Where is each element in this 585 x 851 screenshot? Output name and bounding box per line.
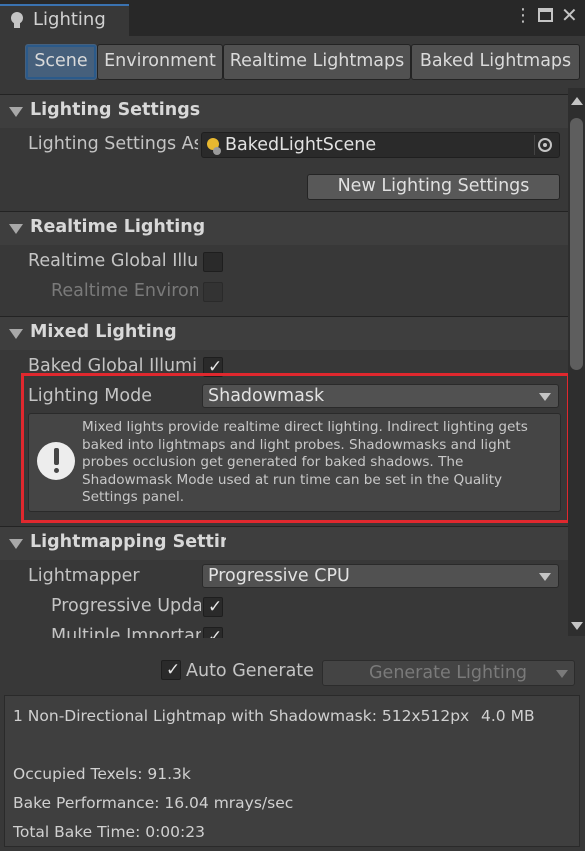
clipped-row: Multiple Importar ✓ bbox=[0, 624, 568, 638]
chevron-down-icon bbox=[539, 393, 551, 401]
warning-icon bbox=[37, 442, 75, 480]
auto-generate-label: Auto Generate bbox=[186, 661, 314, 681]
help-line: Settings panel. bbox=[82, 489, 185, 505]
checkmark-icon: ✓ bbox=[166, 660, 181, 680]
object-picker-button[interactable] bbox=[534, 135, 554, 155]
exclamation-bar bbox=[54, 448, 59, 465]
progressive-updates-label: Progressive Upda bbox=[51, 596, 201, 616]
section-title: Mixed Lighting bbox=[30, 322, 177, 342]
chevron-down-icon bbox=[556, 670, 568, 678]
multiple-importance-label: Multiple Importar bbox=[51, 626, 201, 638]
foldout-arrow-icon bbox=[9, 224, 23, 234]
tab-baked-lightmaps[interactable]: Baked Lightmaps bbox=[411, 44, 580, 80]
maximize-icon[interactable] bbox=[538, 8, 553, 22]
object-picker-dot bbox=[543, 143, 547, 147]
scrollbar-thumb[interactable] bbox=[570, 118, 583, 370]
chevron-down-icon bbox=[539, 573, 551, 581]
section-lighting-settings[interactable]: Lighting Settings bbox=[0, 94, 568, 128]
help-line: Mixed lights provide realtime direct lig… bbox=[82, 419, 528, 435]
foldout-arrow-icon bbox=[9, 329, 23, 339]
progressive-updates-checkbox[interactable]: ✓ bbox=[203, 597, 223, 617]
foldout-arrow-icon bbox=[9, 107, 23, 117]
section-title: Realtime Lighting bbox=[30, 217, 206, 237]
tab-scene[interactable]: Scene bbox=[25, 44, 97, 80]
help-box: Mixed lights provide realtime direct lig… bbox=[28, 413, 561, 512]
close-icon[interactable]: ✕ bbox=[561, 3, 578, 27]
lighting-settings-asset-label: Lighting Settings As bbox=[28, 134, 198, 154]
lighting-mode-dropdown[interactable]: Shadowmask bbox=[202, 384, 559, 408]
tab-environment[interactable]: Environment bbox=[97, 44, 223, 80]
lightmap-size: 4.0 MB bbox=[481, 707, 535, 725]
exclamation-dot bbox=[54, 468, 59, 473]
lightbulb-icon-base bbox=[14, 23, 20, 28]
checkmark-icon: ✓ bbox=[208, 597, 223, 617]
scroll-down-icon[interactable] bbox=[571, 622, 583, 630]
total-bake-time: Total Bake Time: 0:00:23 bbox=[13, 823, 205, 841]
section-title: Lighting Settings bbox=[30, 100, 201, 120]
occupied-texels: Occupied Texels: 91.3k bbox=[13, 765, 191, 783]
new-lighting-settings-button[interactable]: New Lighting Settings bbox=[307, 174, 560, 200]
section-mixed-lighting[interactable]: Mixed Lighting bbox=[0, 316, 568, 350]
lightmapper-dropdown[interactable]: Progressive CPU bbox=[202, 564, 559, 588]
generate-lighting-button[interactable]: Generate Lighting bbox=[322, 660, 575, 686]
scroll-up-icon[interactable] bbox=[571, 97, 583, 105]
tab-realtime-lightmaps[interactable]: Realtime Lightmaps bbox=[223, 44, 411, 80]
window-title: Lighting bbox=[33, 9, 106, 30]
realtime-environment-label: Realtime Environ bbox=[51, 281, 198, 301]
generate-lighting-label: Generate Lighting bbox=[369, 663, 528, 683]
realtime-gi-checkbox[interactable] bbox=[203, 252, 223, 272]
multiple-importance-checkbox[interactable]: ✓ bbox=[203, 627, 223, 638]
dropdown-value: Shadowmask bbox=[208, 386, 325, 406]
help-line: Shadowmask Mode used at run time can be … bbox=[82, 471, 503, 488]
window-tab-lighting[interactable]: Lighting bbox=[0, 4, 129, 36]
lighting-settings-asset-field[interactable]: BakedLightScene bbox=[201, 132, 560, 158]
more-options-icon[interactable]: ⋮ bbox=[514, 5, 532, 26]
lightmap-info: 1 Non-Directional Lightmap with Shadowma… bbox=[13, 707, 470, 725]
bake-info-panel: 1 Non-Directional Lightmap with Shadowma… bbox=[4, 695, 580, 847]
section-title: Lightmapping Setting bbox=[30, 532, 226, 552]
lightmapper-label: Lightmapper bbox=[28, 566, 140, 586]
bake-performance: Bake Performance: 16.04 mrays/sec bbox=[13, 794, 294, 812]
checkmark-icon: ✓ bbox=[208, 627, 223, 638]
foldout-arrow-icon bbox=[9, 539, 23, 549]
asset-gear-icon bbox=[213, 147, 221, 155]
realtime-environment-checkbox bbox=[203, 282, 223, 302]
realtime-gi-label: Realtime Global Illu bbox=[28, 251, 198, 271]
dropdown-value: Progressive CPU bbox=[208, 566, 350, 586]
help-line: probes occlusion get generated for baked… bbox=[82, 454, 464, 470]
lighting-mode-label: Lighting Mode bbox=[28, 386, 152, 406]
section-realtime-lighting[interactable]: Realtime Lighting bbox=[0, 211, 568, 245]
section-lightmapping-settings[interactable]: Lightmapping Setting bbox=[0, 526, 568, 560]
auto-generate-checkbox[interactable]: ✓ bbox=[161, 660, 181, 680]
help-text: Mixed lights provide realtime direct lig… bbox=[82, 419, 528, 507]
asset-value: BakedLightScene bbox=[225, 135, 377, 155]
help-line: baked into lightmaps and light probes. S… bbox=[82, 436, 511, 453]
